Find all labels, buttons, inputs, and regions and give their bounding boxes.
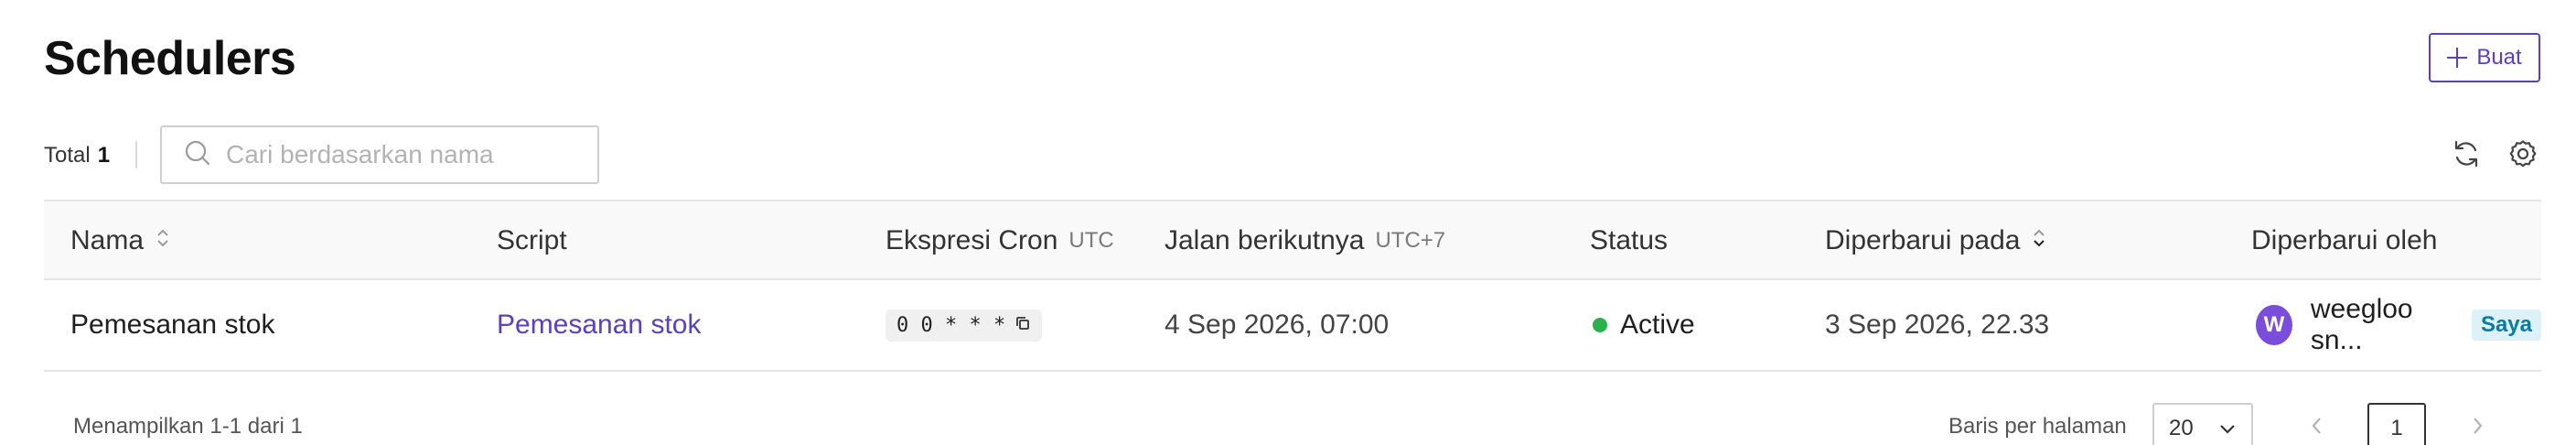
previous-page-button[interactable] [2288, 403, 2346, 445]
rows-per-page-value: 20 [2169, 416, 2194, 440]
refresh-icon[interactable] [2450, 137, 2483, 170]
script-link[interactable]: Pemesanan stok [497, 309, 701, 341]
rows-per-page-select[interactable]: 20 [2152, 403, 2253, 445]
plus-icon [2447, 48, 2468, 68]
column-header-script-label: Script [497, 225, 567, 255]
create-button[interactable]: Buat [2429, 33, 2540, 82]
column-header-updated-by-label: Diperbarui oleh [2251, 225, 2438, 255]
status-badge: Active [1593, 280, 1695, 370]
updated-by-value: weegloo sn... [2310, 294, 2413, 355]
column-header-updated-at[interactable]: Diperbarui pada [1825, 201, 2047, 280]
chevron-down-icon [2218, 416, 2237, 441]
sort-descending-icon [2031, 225, 2047, 256]
column-header-cron: Ekspresi Cron UTC [886, 201, 1114, 280]
column-header-updated-at-label: Diperbarui pada [1825, 225, 2021, 255]
settings-gear-icon[interactable] [2506, 137, 2539, 170]
cron-expression: 0 0 * * * [886, 309, 1043, 342]
avatar: W [2256, 305, 2292, 345]
updated-by-cell: W weegloo sn... Saya [2256, 280, 2541, 370]
chevron-left-icon [2311, 416, 2324, 442]
rows-per-page-label: Baris per halaman [1948, 414, 2127, 439]
next-run-value: 4 Sep 2026, 07:00 [1165, 309, 1390, 340]
column-header-script: Script [497, 201, 567, 280]
column-header-updated-by: Diperbarui oleh [2251, 201, 2437, 280]
column-header-next-run: Jalan berikutnya UTC+7 [1165, 201, 1445, 280]
status-dot-icon [1593, 318, 1607, 332]
updated-at-value: 3 Sep 2026, 22.33 [1825, 309, 2050, 340]
total-value: 1 [97, 143, 111, 168]
chevron-right-icon [2471, 416, 2484, 442]
column-header-name[interactable]: Nama [70, 201, 171, 280]
table-row[interactable]: Pemesanan stok Pemesanan stok 0 0 * * * … [44, 280, 2541, 372]
search-input[interactable] [226, 140, 583, 169]
toolbar-divider [135, 141, 137, 168]
table-header: Nama Script Ekspresi Cron UTC Jalan beri… [44, 200, 2541, 280]
status-text: Active [1620, 309, 1695, 340]
page-1-button[interactable]: 1 [2367, 403, 2426, 445]
sort-icon [155, 225, 171, 256]
search-icon [184, 139, 211, 171]
pagination-summary: Menampilkan 1-1 dari 1 [73, 414, 303, 439]
next-run-timezone-label: UTC+7 [1375, 228, 1446, 253]
total-count: Total 1 [44, 143, 110, 168]
column-header-next-run-label: Jalan berikutnya [1165, 225, 1365, 255]
cron-timezone-label: UTC [1068, 228, 1114, 253]
column-header-name-label: Nama [70, 225, 145, 255]
search-box[interactable] [160, 125, 599, 184]
copy-icon[interactable] [1014, 314, 1031, 337]
create-button-label: Buat [2476, 45, 2522, 70]
scheduler-name: Pemesanan stok [70, 309, 275, 340]
cron-expression-value: 0 0 * * * [896, 313, 1006, 337]
column-header-cron-label: Ekspresi Cron [886, 225, 1058, 255]
self-badge: Saya [2471, 309, 2541, 341]
total-label: Total [44, 143, 91, 168]
column-header-status-label: Status [1590, 225, 1669, 255]
schedulers-table: Nama Script Ekspresi Cron UTC Jalan beri… [44, 200, 2541, 372]
page-title: Schedulers [44, 32, 296, 85]
column-header-status: Status [1590, 201, 1668, 280]
next-page-button[interactable] [2448, 403, 2506, 445]
